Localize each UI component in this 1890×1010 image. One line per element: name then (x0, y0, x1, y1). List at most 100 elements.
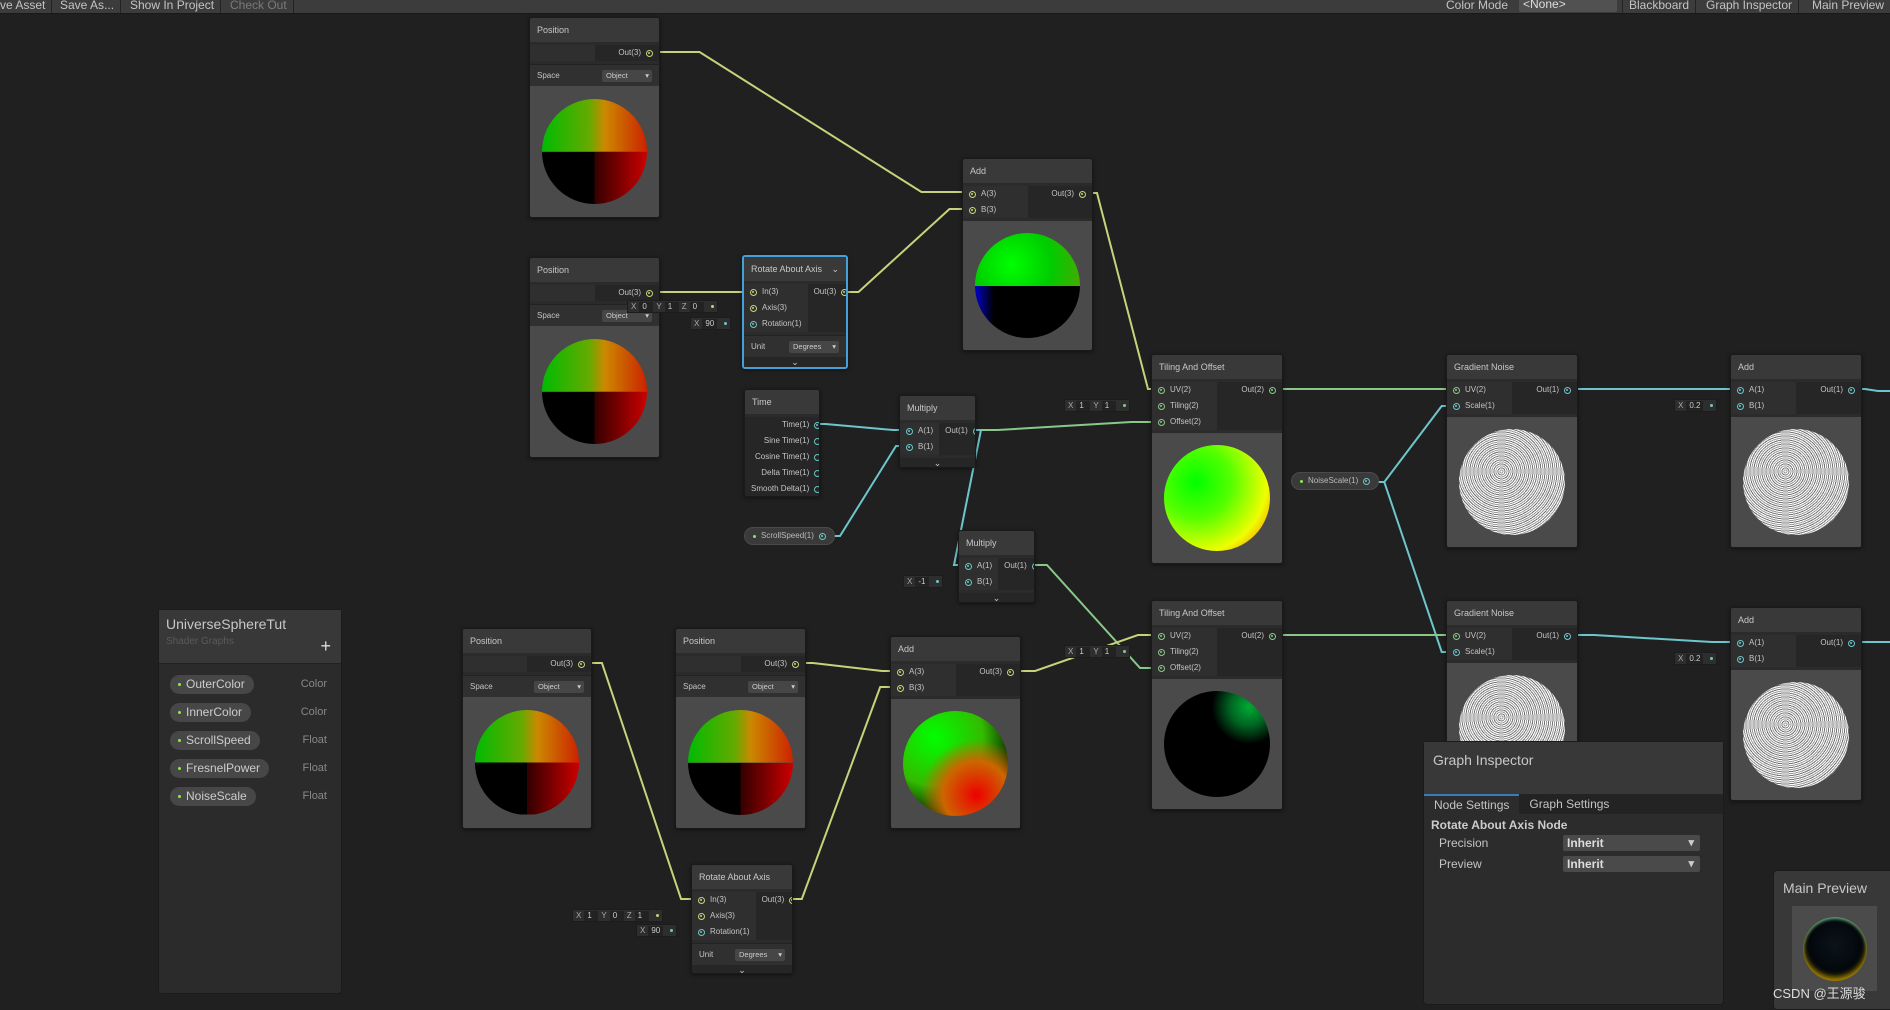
check-out-button[interactable]: Check Out (224, 0, 294, 13)
tab-node-settings[interactable]: Node Settings (1424, 794, 1520, 814)
component-input[interactable]: 1 (1076, 400, 1091, 411)
node-header[interactable]: Position (676, 629, 805, 653)
input-port[interactable] (965, 562, 972, 570)
inline-value-field[interactable]: X1Y1 (1064, 645, 1130, 658)
input-port[interactable] (969, 206, 976, 214)
input-port[interactable] (1158, 418, 1165, 426)
node-position[interactable]: Position Out(3) Space Object (529, 17, 660, 218)
output-port-row[interactable]: Delta Time(1) (745, 465, 819, 481)
node-header[interactable]: Position (530, 258, 659, 282)
input-port-row[interactable]: A(1) (1731, 382, 1796, 398)
component-input[interactable]: 0 (689, 301, 704, 312)
input-port-row[interactable]: A(1) (900, 423, 939, 439)
input-port[interactable] (750, 288, 757, 296)
output-port-row[interactable]: Out(1) (1512, 382, 1577, 398)
setting-dropdown[interactable]: Degrees (789, 340, 839, 353)
output-port[interactable] (1564, 386, 1571, 394)
output-port[interactable] (792, 660, 799, 668)
main-preview-viewport[interactable] (1792, 906, 1877, 991)
input-port[interactable] (1453, 632, 1460, 640)
output-port[interactable] (814, 469, 819, 477)
output-port[interactable] (1269, 386, 1276, 394)
output-port-row[interactable]: Out(1) (1796, 382, 1861, 398)
output-port[interactable] (1269, 632, 1276, 640)
component-input[interactable]: 0 (639, 301, 654, 312)
input-port-row[interactable]: A(3) (891, 664, 956, 680)
node-header[interactable]: Add (1731, 355, 1861, 379)
component-input[interactable]: 0 (609, 910, 624, 921)
output-port[interactable] (1363, 477, 1371, 485)
output-port-row[interactable]: Out(3) (527, 656, 591, 672)
input-port[interactable] (1453, 648, 1460, 656)
input-port-row[interactable]: B(1) (1731, 398, 1796, 414)
output-port[interactable] (972, 427, 975, 435)
output-port[interactable] (1007, 668, 1014, 676)
component-input[interactable]: 0.2 (1686, 653, 1704, 664)
node-position[interactable]: Position Out(3) Space Object (529, 257, 660, 458)
preview-dropdown[interactable]: Inherit (1563, 855, 1700, 872)
input-port[interactable] (897, 668, 904, 676)
input-port-row[interactable]: Offset(2) (1152, 660, 1217, 676)
property-pill[interactable]: ScrollSpeed (170, 730, 260, 750)
inline-value-field[interactable]: X 0.2 (1674, 652, 1718, 665)
input-port[interactable] (1737, 386, 1744, 394)
output-port-row[interactable]: Sine Time(1) (745, 433, 819, 449)
collapse-chevron-icon[interactable]: ⌄ (831, 257, 839, 281)
input-port[interactable] (1737, 655, 1744, 663)
output-port-row[interactable]: Out(2) (1217, 382, 1282, 398)
node-multiply[interactable]: Multiply A(1) B(1) Out(1) ⌄ (958, 530, 1035, 603)
blackboard-toggle[interactable]: Blackboard (1622, 0, 1697, 13)
node-rotate-about-axis[interactable]: Rotate About Axis ⌄ In(3) Axis(3) Rotation(1… (742, 255, 848, 369)
output-port[interactable] (841, 288, 846, 296)
node-header[interactable]: Add (891, 637, 1020, 661)
node-header[interactable]: Add (1731, 608, 1861, 632)
component-input[interactable]: 1 (1101, 646, 1116, 657)
graph-inspector-toggle[interactable]: Graph Inspector (1700, 0, 1800, 13)
inline-value-field[interactable]: X1Y1 (1064, 399, 1130, 412)
input-port-row[interactable]: B(3) (963, 202, 1028, 218)
component-input[interactable]: 1 (664, 301, 679, 312)
input-port-row[interactable]: Scale(1) (1447, 398, 1512, 414)
node-position[interactable]: Position Out(3) Space Object (675, 628, 806, 829)
save-asset-button[interactable]: ve Asset (0, 0, 53, 13)
property-pill[interactable]: OuterColor (170, 674, 254, 694)
input-port-row[interactable]: Offset(2) (1152, 414, 1217, 430)
node-time[interactable]: Time Time(1) Sine Time(1) Cosine Time(1) Del… (744, 389, 820, 497)
output-port[interactable] (646, 49, 653, 57)
inline-value-field[interactable]: X 90 (636, 924, 678, 937)
node-header[interactable]: Tiling And Offset (1152, 355, 1282, 379)
input-port-row[interactable]: Axis(3) (744, 300, 808, 316)
blackboard-property[interactable]: NoiseScale Float (159, 782, 341, 810)
input-port[interactable] (698, 896, 705, 904)
output-port[interactable] (814, 437, 819, 445)
expand-chevron-icon[interactable]: ⌄ (744, 357, 846, 367)
node-position[interactable]: Position Out(3) Space Object (462, 628, 592, 829)
node-header[interactable]: Multiply (959, 531, 1034, 555)
input-port-row[interactable]: B(1) (959, 574, 998, 590)
input-port[interactable] (969, 190, 976, 198)
save-as-button[interactable]: Save As... (54, 0, 122, 13)
inline-value-field[interactable]: X 90 (690, 317, 732, 330)
node-header[interactable]: Position (463, 629, 591, 653)
output-port-row[interactable]: Out(3) (595, 285, 660, 301)
input-port[interactable] (1158, 402, 1165, 410)
node-add[interactable]: Add A(1) B(1) Out(1) (1730, 607, 1862, 801)
input-port[interactable] (698, 912, 705, 920)
blackboard-property[interactable]: FresnelPower Float (159, 754, 341, 782)
input-port-row[interactable]: UV(2) (1447, 628, 1512, 644)
node-tiling-and-offset[interactable]: Tiling And Offset UV(2) Tiling(2) Offset(2)… (1151, 600, 1283, 810)
expand-chevron-icon[interactable]: ⌄ (692, 965, 792, 973)
output-port-row[interactable]: Time(1) (745, 417, 819, 433)
node-add[interactable]: Add A(3) B(3) Out(3) (962, 158, 1093, 351)
node-header[interactable]: Time (745, 390, 819, 414)
setting-dropdown[interactable]: Object (602, 69, 652, 82)
node-gradient-noise[interactable]: Gradient Noise UV(2) Scale(1) Out(1) (1446, 354, 1578, 548)
output-port-row[interactable]: Out(1) (998, 558, 1034, 574)
input-port[interactable] (1453, 386, 1460, 394)
precision-dropdown[interactable]: Inherit (1563, 834, 1700, 851)
input-port-row[interactable]: In(3) (692, 892, 756, 908)
output-port-row[interactable]: Out(1) (1796, 635, 1861, 651)
input-port-row[interactable]: UV(2) (1152, 628, 1217, 644)
input-port[interactable] (1737, 402, 1744, 410)
input-port[interactable] (1158, 648, 1165, 656)
